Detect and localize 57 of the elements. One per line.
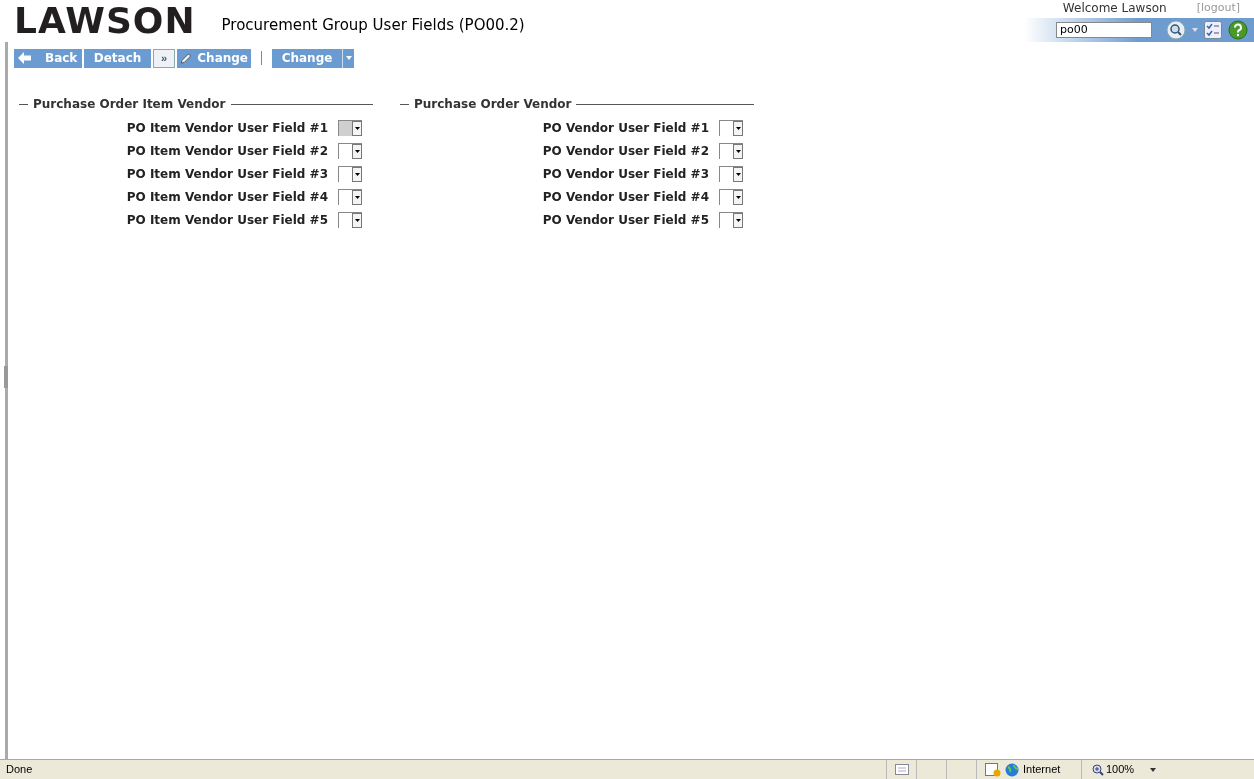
field-label: PO Item Vendor User Field #3 <box>126 166 328 183</box>
dropdown-field[interactable] <box>338 212 362 228</box>
dropdown-field[interactable] <box>338 189 362 205</box>
status-text: Done <box>5 762 34 778</box>
back-button[interactable]: Back <box>14 48 82 68</box>
field-label: PO Item Vendor User Field #5 <box>126 212 328 229</box>
change-button[interactable]: Change <box>177 48 251 68</box>
section-title: Purchase Order Vendor <box>414 96 572 113</box>
change-menu-button[interactable]: Change <box>272 48 354 68</box>
checklist-icon[interactable] <box>1204 21 1222 39</box>
page-icon <box>894 764 909 775</box>
caret-icon <box>735 173 741 176</box>
caret-icon[interactable] <box>1150 767 1157 772</box>
splitter-handle[interactable] <box>4 366 8 388</box>
field-label: PO Vendor User Field #2 <box>542 143 709 160</box>
detach-button[interactable]: Detach <box>84 48 151 68</box>
dropdown-field[interactable] <box>338 120 362 136</box>
zoom-icon[interactable] <box>1092 763 1104 776</box>
caret-icon <box>735 219 741 222</box>
dropdown-field[interactable] <box>719 120 743 136</box>
zone-text: Internet <box>1023 762 1061 778</box>
caret-icon <box>735 150 741 153</box>
section-title: Purchase Order Item Vendor <box>33 96 226 113</box>
logout-link[interactable]: [logout] <box>1196 0 1240 17</box>
arrow-left-icon <box>18 52 31 64</box>
dropdown-field[interactable] <box>338 143 362 159</box>
caret-icon <box>354 219 360 222</box>
dropdown-field[interactable] <box>719 189 743 205</box>
field-label: PO Vendor User Field #4 <box>542 189 709 206</box>
welcome-text: Welcome Lawson <box>1062 0 1167 17</box>
logo-text: LAWSON <box>14 2 196 40</box>
caret-icon <box>354 173 360 176</box>
caret-icon <box>735 196 741 199</box>
search-icon[interactable] <box>1166 20 1186 40</box>
warning-page-icon <box>985 762 1001 777</box>
field-label: PO Item Vendor User Field #4 <box>126 189 328 206</box>
pencil-icon <box>180 50 192 66</box>
field-label: PO Item Vendor User Field #1 <box>126 120 328 137</box>
caret-icon <box>354 150 360 153</box>
dropdown-field[interactable] <box>719 212 743 228</box>
field-label: PO Item Vendor User Field #2 <box>126 143 328 160</box>
zoom-level[interactable]: 100% <box>1106 761 1135 778</box>
field-label: PO Vendor User Field #3 <box>542 166 709 183</box>
dropdown-field[interactable] <box>338 166 362 182</box>
globe-icon <box>1005 762 1019 777</box>
field-label: PO Vendor User Field #5 <box>542 212 709 229</box>
dropdown-field[interactable] <box>719 166 743 182</box>
field-label: PO Vendor User Field #1 <box>542 120 709 137</box>
page-title: Procurement Group User Fields (PO00.2) <box>221 15 525 36</box>
caret-icon <box>354 196 360 199</box>
help-icon[interactable] <box>1228 20 1248 40</box>
more-button[interactable]: » <box>153 48 175 68</box>
caret-icon <box>345 56 352 60</box>
caret-icon <box>354 127 360 130</box>
search-field[interactable]: po00 <box>1056 22 1152 38</box>
dropdown-field[interactable] <box>719 143 743 159</box>
caret-icon <box>735 127 741 130</box>
